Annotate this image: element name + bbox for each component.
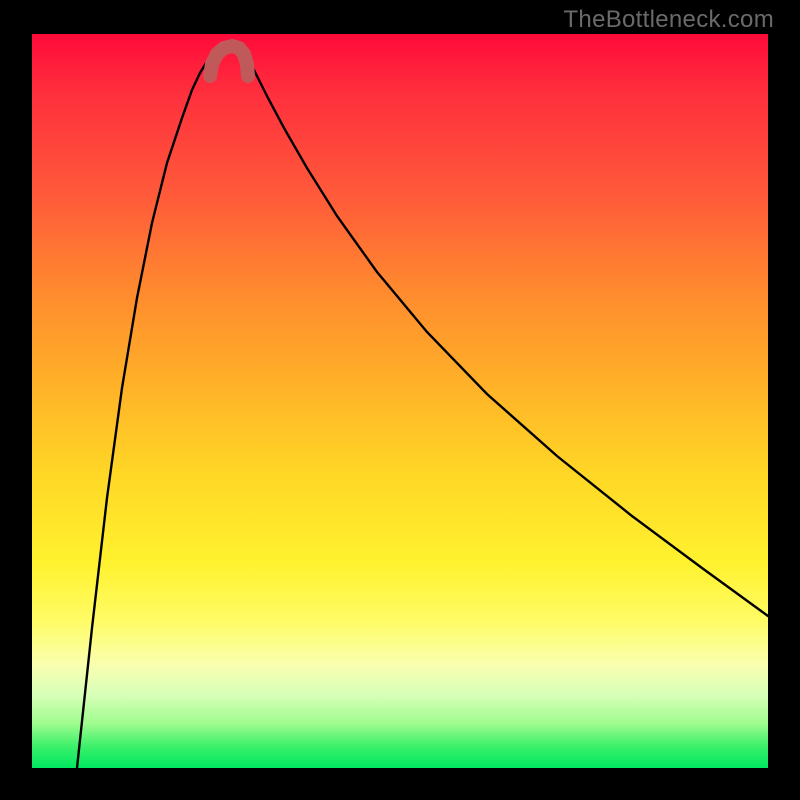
curve-left-branch <box>77 58 210 768</box>
curve-right-branch <box>248 58 768 616</box>
watermark-text: TheBottleneck.com <box>563 6 774 34</box>
cusp-marker <box>210 46 248 76</box>
chart-svg <box>32 34 768 768</box>
plot-area <box>32 34 768 768</box>
chart-frame: TheBottleneck.com <box>0 0 800 800</box>
